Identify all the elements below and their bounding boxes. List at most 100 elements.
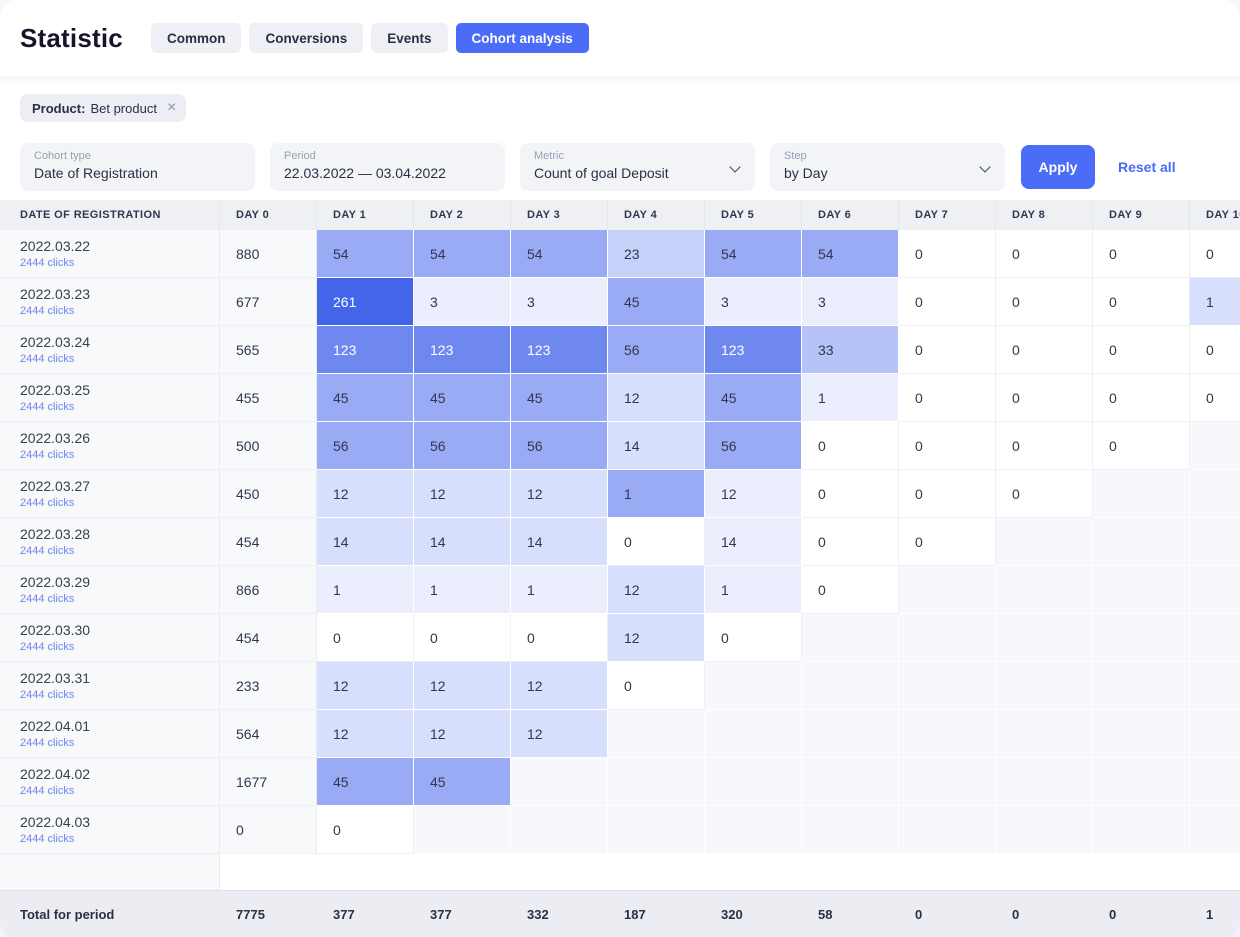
heat-cell [802, 710, 899, 758]
cohort-date: 2022.03.24 [20, 334, 90, 350]
heat-cell [1190, 662, 1240, 710]
cohort-clicks-link[interactable]: 2444 clicks [20, 785, 74, 797]
cohort-clicks-link[interactable]: 2444 clicks [20, 593, 74, 605]
heat-cell: 14 [511, 518, 608, 566]
step-select[interactable]: Step by Day [770, 143, 1005, 191]
close-icon[interactable]: × [167, 100, 176, 116]
cohort-date: 2022.03.31 [20, 670, 90, 686]
applied-filters-row: Product: Bet product × [0, 76, 1240, 122]
metric-select[interactable]: Metric Count of goal Deposit [520, 143, 755, 191]
product-filter-chip[interactable]: Product: Bet product × [20, 94, 186, 122]
heat-cell [1190, 614, 1240, 662]
cohort-type-field[interactable]: Cohort type Date of Registration [20, 143, 255, 191]
heat-cell: 54 [317, 230, 414, 278]
table-spacer [0, 854, 1240, 890]
total-value: 0 [996, 907, 1093, 922]
heat-cell: 0 [511, 614, 608, 662]
column-header-day: DAY 7 [899, 200, 996, 230]
cohort-clicks-link[interactable]: 2444 clicks [20, 257, 74, 269]
field-value: 22.03.2022 — 03.04.2022 [284, 165, 491, 181]
heat-cell: 14 [414, 518, 511, 566]
table-row: 2022.03.24 2444 clicks 565 1231231235612… [0, 326, 1240, 374]
heat-cell: 123 [414, 326, 511, 374]
heat-cell [1093, 662, 1190, 710]
cohort-clicks-link[interactable]: 2444 clicks [20, 737, 74, 749]
heat-cell: 54 [705, 230, 802, 278]
heat-cell [414, 806, 511, 854]
column-header-day: DAY 10 [1190, 200, 1240, 230]
heat-cell [1190, 518, 1240, 566]
heat-cell: 12 [511, 662, 608, 710]
heat-cell [705, 758, 802, 806]
heat-cell: 0 [899, 326, 996, 374]
day0-cell: 564 [220, 710, 317, 758]
cohort-clicks-link[interactable]: 2444 clicks [20, 689, 74, 701]
heat-cell [899, 806, 996, 854]
cohort-clicks-link[interactable]: 2444 clicks [20, 641, 74, 653]
total-value: 377 [317, 907, 414, 922]
heat-cell [1093, 518, 1190, 566]
heat-cell [899, 662, 996, 710]
heat-cell: 12 [414, 662, 511, 710]
day0-cell: 0 [220, 806, 317, 854]
total-value: 58 [802, 907, 899, 922]
heat-cell: 45 [511, 374, 608, 422]
heat-cell: 1 [317, 566, 414, 614]
heat-cell: 45 [705, 374, 802, 422]
column-header-day: DAY 6 [802, 200, 899, 230]
heat-cell: 14 [705, 518, 802, 566]
heat-cell: 23 [608, 230, 705, 278]
cohort-date: 2022.03.26 [20, 430, 90, 446]
cohort-table: DATE OF REGISTRATION DAY 0DAY 1DAY 2DAY … [0, 200, 1240, 890]
reset-all-link[interactable]: Reset all [1118, 159, 1176, 175]
heat-cell: 123 [705, 326, 802, 374]
heat-cell: 261 [317, 278, 414, 326]
field-label: Cohort type [34, 150, 241, 162]
tab-cohort-analysis[interactable]: Cohort analysis [456, 23, 589, 53]
cohort-clicks-link[interactable]: 2444 clicks [20, 497, 74, 509]
table-row: 2022.03.26 2444 clicks 500 5656561456000… [0, 422, 1240, 470]
date-cell: 2022.04.03 2444 clicks [0, 806, 220, 854]
heat-cell: 54 [414, 230, 511, 278]
cohort-clicks-link[interactable]: 2444 clicks [20, 545, 74, 557]
heat-cell: 0 [899, 422, 996, 470]
heat-cell [1093, 614, 1190, 662]
heat-cell: 12 [317, 662, 414, 710]
tab-conversions[interactable]: Conversions [249, 23, 363, 53]
field-label: Step [784, 150, 991, 162]
table-body: 2022.03.22 2444 clicks 880 5454542354540… [0, 230, 1240, 854]
heat-cell: 0 [608, 662, 705, 710]
tab-common[interactable]: Common [151, 23, 242, 53]
total-value: 0 [1093, 907, 1190, 922]
heat-cell: 0 [996, 470, 1093, 518]
date-cell: 2022.03.25 2444 clicks [0, 374, 220, 422]
heat-cell [996, 614, 1093, 662]
cohort-clicks-link[interactable]: 2444 clicks [20, 401, 74, 413]
cohort-date: 2022.03.29 [20, 574, 90, 590]
heat-cell: 0 [1093, 326, 1190, 374]
table-row: 2022.03.29 2444 clicks 866 1111210 [0, 566, 1240, 614]
date-cell: 2022.03.24 2444 clicks [0, 326, 220, 374]
heat-cell [705, 662, 802, 710]
tab-bar: Common Conversions Events Cohort analysi… [151, 23, 589, 53]
chip-value: Bet product [90, 101, 157, 116]
total-value: 187 [608, 907, 705, 922]
column-header-day: DAY 5 [705, 200, 802, 230]
column-header-day: DAY 4 [608, 200, 705, 230]
cohort-clicks-link[interactable]: 2444 clicks [20, 353, 74, 365]
totals-label: Total for period [0, 907, 220, 922]
date-cell: 2022.03.30 2444 clicks [0, 614, 220, 662]
cohort-clicks-link[interactable]: 2444 clicks [20, 449, 74, 461]
apply-button[interactable]: Apply [1021, 145, 1095, 189]
heat-cell [1190, 710, 1240, 758]
period-field[interactable]: Period 22.03.2022 — 03.04.2022 [270, 143, 505, 191]
totals-row: Total for period 77753773773321873205800… [0, 890, 1240, 937]
heat-cell: 0 [899, 278, 996, 326]
cohort-clicks-link[interactable]: 2444 clicks [20, 305, 74, 317]
cohort-clicks-link[interactable]: 2444 clicks [20, 833, 74, 845]
tab-events[interactable]: Events [371, 23, 447, 53]
heat-cell [899, 758, 996, 806]
heat-cell: 0 [899, 230, 996, 278]
heat-cell: 14 [317, 518, 414, 566]
heat-cell: 1 [511, 566, 608, 614]
